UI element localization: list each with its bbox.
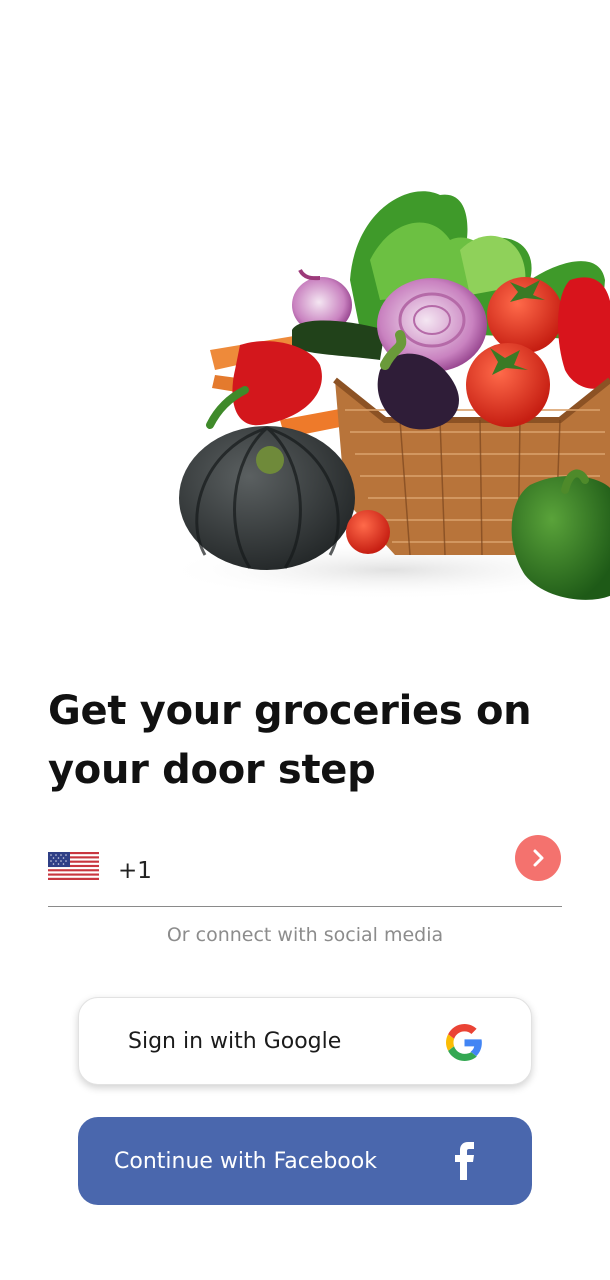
google-signin-button[interactable]: Sign in with Google	[78, 997, 532, 1085]
google-icon	[446, 1024, 483, 1061]
phone-input[interactable]	[166, 850, 506, 890]
facebook-continue-button[interactable]: Continue with Facebook	[78, 1117, 532, 1205]
page-title: Get your groceries on your door step	[48, 682, 568, 800]
headline-line-1: Get your groceries on	[48, 688, 532, 734]
chevron-right-icon	[533, 849, 544, 867]
facebook-icon	[452, 1142, 476, 1180]
facebook-button-label: Continue with Facebook	[114, 1148, 377, 1174]
vegetable-basket-illustration	[160, 191, 610, 600]
social-divider-text: Or connect with social media	[166, 924, 444, 946]
phone-number-row: +1	[48, 832, 562, 907]
dial-code[interactable]: +1	[118, 858, 152, 884]
hero-vegetables-image	[0, 170, 610, 630]
next-button[interactable]	[515, 835, 561, 881]
google-button-label: Sign in with Google	[128, 1028, 342, 1054]
headline-line-2: your door step	[48, 747, 376, 793]
us-flag-icon[interactable]	[48, 852, 99, 880]
